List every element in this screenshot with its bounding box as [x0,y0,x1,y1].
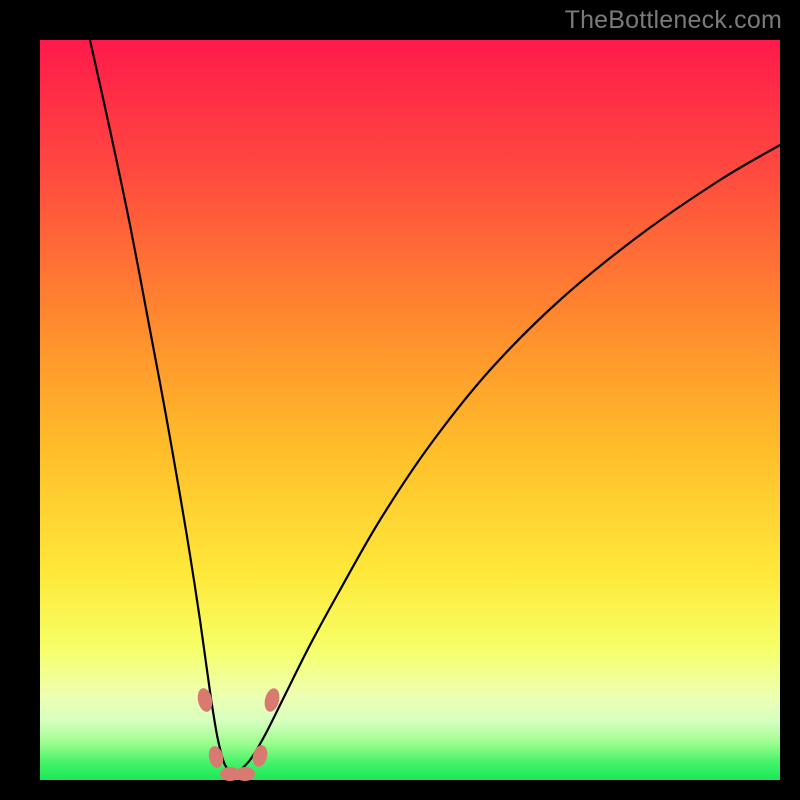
watermark-text: TheBottleneck.com [565,6,782,35]
trough-marker [235,767,255,781]
curve-layer [40,40,780,780]
plot-area [40,40,780,780]
marker-group [196,687,282,781]
trough-marker [196,687,215,713]
curve-right-branch [235,145,780,775]
trough-marker [207,745,225,769]
curve-left-branch [90,40,235,775]
chart-frame: TheBottleneck.com [0,0,800,800]
trough-marker [251,744,270,769]
